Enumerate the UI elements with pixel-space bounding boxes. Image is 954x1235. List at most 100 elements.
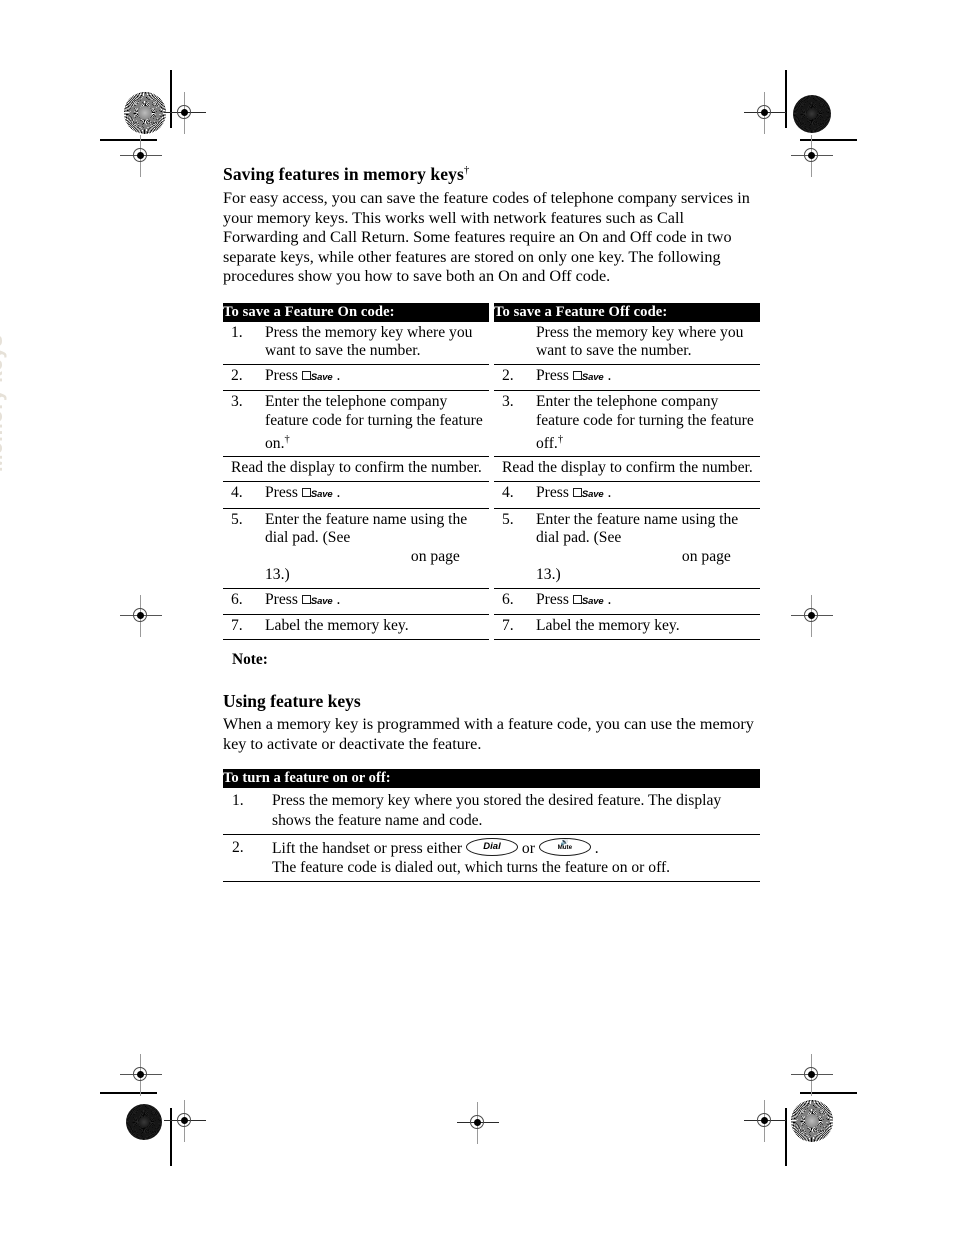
step-number xyxy=(494,321,536,365)
step-text: Press Save . xyxy=(265,588,489,616)
step-number: 1. xyxy=(223,321,265,365)
table-row: 6. Press Save . xyxy=(494,588,760,616)
save-key-label: Save xyxy=(310,488,333,500)
table-row: 1. Press the memory key where you want t… xyxy=(223,321,489,365)
key-box-icon xyxy=(572,371,582,381)
key-box-icon xyxy=(301,488,311,498)
step-text-after: . xyxy=(332,590,341,608)
save-key-glyph: Save xyxy=(572,484,604,505)
step-number: 5. xyxy=(223,508,265,589)
key-box-icon xyxy=(301,371,311,381)
step-text: Press the memory key where you stored th… xyxy=(272,788,760,835)
registration-mark-bottom-left-inner xyxy=(164,1100,206,1142)
table-row: 5. Enter the feature name using the dial… xyxy=(494,508,760,589)
procedure-table-feature-off: To save a Feature Off code: Press the me… xyxy=(494,302,760,641)
procedure-table-turn-feature-header: To turn a feature on or off: xyxy=(223,769,760,789)
procedure-table-feature-off-header: To save a Feature Off code: xyxy=(494,302,760,322)
density-target-bottom-right xyxy=(791,1100,833,1142)
table-row: 1. Press the memory key where you stored… xyxy=(223,788,760,835)
page-title-text: Saving features in memory keys xyxy=(223,164,464,184)
density-target-top-right xyxy=(793,95,831,133)
save-key-glyph: Save xyxy=(572,591,604,612)
step-text-after: . xyxy=(332,483,341,501)
save-key-label: Save xyxy=(581,488,604,500)
table-row: 2. Press Save . xyxy=(494,364,760,392)
step-text-after: . xyxy=(332,366,341,384)
step-text-after: . xyxy=(590,839,599,857)
table-row: 7. Label the memory key. xyxy=(494,614,760,641)
table-row: 5. Enter the feature name using the dial… xyxy=(223,508,489,589)
registration-mark-top-right-lower xyxy=(791,135,833,177)
crop-mark-top-right-vertical xyxy=(785,70,787,128)
step-text: Label the memory key. xyxy=(265,614,489,641)
page-title-footnote-marker: † xyxy=(463,164,470,177)
table-row: 3. Enter the telephone company feature c… xyxy=(494,390,760,458)
step-number: 4. xyxy=(494,481,536,509)
step-number: 2. xyxy=(223,834,272,883)
step-number: 3. xyxy=(223,390,265,458)
registration-mark-bottom-left-upper xyxy=(120,1054,162,1096)
section-paragraph-using-feature-keys: When a memory key is programmed with a f… xyxy=(223,715,754,753)
step-text-before: Press xyxy=(536,590,573,608)
step-text: Lift the handset or press either Dial or… xyxy=(272,834,760,883)
table-row: Press the memory key where you want to s… xyxy=(494,321,760,365)
page-content: Saving features in memory keys† For easy… xyxy=(223,164,760,883)
page-title: Saving features in memory keys† xyxy=(223,164,760,185)
step-text: Enter the telephone company feature code… xyxy=(536,390,760,458)
registration-mark-bottom-right-inner xyxy=(744,1100,786,1142)
registration-mark-right-middle xyxy=(791,595,833,637)
save-key-glyph: Save xyxy=(301,591,333,612)
table-row: 4. Press Save . xyxy=(223,481,489,509)
step-text-before: Enter the feature name using the dial pa… xyxy=(265,510,468,547)
dial-key-glyph: Dial xyxy=(466,837,518,856)
registration-mark-top-left-lower xyxy=(120,135,162,177)
save-key-glyph: Save xyxy=(301,367,333,388)
step-text-before: Lift the handset or press either xyxy=(272,839,466,857)
step-number: 2. xyxy=(223,364,265,392)
step-text-before: Press xyxy=(265,366,302,384)
step-footnote-marker: † xyxy=(284,433,290,445)
note-block: Note: xyxy=(223,651,760,669)
save-key-glyph: Save xyxy=(572,367,604,388)
step-text: Press Save . xyxy=(536,481,760,509)
side-tab-chapter-label: Memory keys xyxy=(0,334,7,472)
step-text-after: . xyxy=(603,483,612,501)
save-key-glyph: Save xyxy=(301,484,333,505)
step-text-before: Press xyxy=(265,590,302,608)
step-text-middle: or xyxy=(518,839,539,857)
key-box-icon xyxy=(301,595,311,605)
dial-key-label: Dial xyxy=(483,840,501,852)
crop-mark-bottom-right-horizontal xyxy=(800,1092,857,1094)
step-number: 2. xyxy=(494,364,536,392)
step-text-full-width: Read the display to confirm the number. xyxy=(494,456,760,482)
table-row: 4. Press Save . xyxy=(494,481,760,509)
procedure-table-feature-on: To save a Feature On code: 1. Press the … xyxy=(223,302,489,641)
step-text-after: . xyxy=(603,590,612,608)
step-text: Label the memory key. xyxy=(536,614,760,641)
table-row: Read the display to confirm the number. xyxy=(494,456,760,482)
step-text-body: Enter the telephone company feature code… xyxy=(265,393,483,452)
registration-mark-left-middle xyxy=(120,595,162,637)
registration-mark-bottom-right-upper xyxy=(791,1054,833,1096)
step-text-before: Enter the feature name using the dial pa… xyxy=(536,510,739,547)
step-text-full-width: Read the display to confirm the number. xyxy=(223,456,489,482)
step-text-after: on page 13.) xyxy=(536,547,731,584)
intro-paragraph: For easy access, you can save the featur… xyxy=(223,189,750,286)
save-key-label: Save xyxy=(581,371,604,383)
procedure-tables-pair: To save a Feature On code: 1. Press the … xyxy=(223,302,760,641)
table-row: 3. Enter the telephone company feature c… xyxy=(223,390,489,458)
document-page: Memory keys Saving features in memory ke… xyxy=(0,0,954,1235)
step-number: 7. xyxy=(223,614,265,641)
step-text-after: . xyxy=(603,366,612,384)
mute-key-glyph: 🔊 Mute xyxy=(538,837,591,856)
save-key-label: Save xyxy=(310,595,333,607)
step-text: Enter the telephone company feature code… xyxy=(265,390,489,458)
key-box-icon xyxy=(572,595,582,605)
table-row: 6. Press Save . xyxy=(223,588,489,616)
table-row: 2. Lift the handset or press either Dial… xyxy=(223,834,760,883)
note-label: Note: xyxy=(232,651,268,669)
registration-mark-top-right-inner xyxy=(744,92,786,134)
step-number: 6. xyxy=(494,588,536,616)
step-text: Enter the feature name using the dial pa… xyxy=(265,508,489,589)
step-text-before: Press xyxy=(265,483,302,501)
